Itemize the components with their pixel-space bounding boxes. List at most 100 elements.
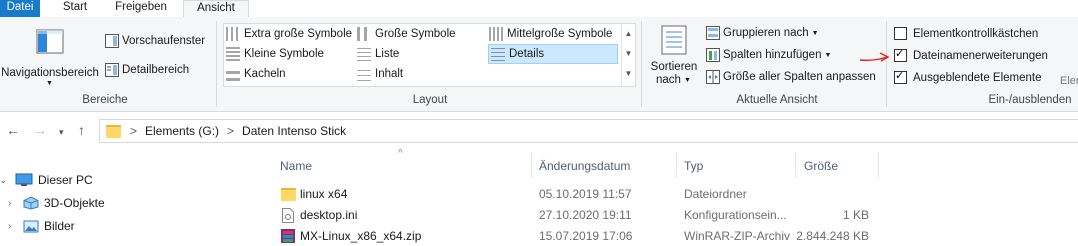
size-all-columns-button[interactable]: Größe aller Spalten anpassen <box>706 70 876 84</box>
list-icon <box>357 47 371 61</box>
file-extensions-checkbox[interactable] <box>894 47 907 62</box>
table-row[interactable]: linux x64 05.10.2019 11:57 Dateiordner <box>270 184 1078 204</box>
file-date: 15.07.2019 17:06 <box>539 229 633 243</box>
file-date: 05.10.2019 11:57 <box>539 187 632 201</box>
hidden-items-label: Ausgeblendete Elemente <box>913 71 1042 84</box>
group-label-aktuelle-ansicht: Aktuelle Ansicht <box>736 94 818 106</box>
layout-list[interactable]: Liste <box>357 45 399 63</box>
gallery-scrollbar[interactable]: ▲ ▼ ▼ <box>621 24 635 86</box>
file-size: 2.844.248 KB <box>796 229 869 243</box>
preview-pane-icon <box>105 34 119 48</box>
small-icons-icon <box>226 47 240 61</box>
preview-pane-label: Vorschaufenster <box>122 35 206 47</box>
hidden-items-toggle[interactable]: Ausgeblendete Elemente <box>894 69 1042 84</box>
chevron-right-icon[interactable]: › <box>8 198 18 209</box>
layout-item-label: Kacheln <box>244 68 286 80</box>
clipped-group-label: Elem <box>1060 75 1078 87</box>
tree-item-3d-objekte[interactable]: › 3D-Objekte <box>8 196 105 210</box>
file-size: 1 KB <box>842 208 869 222</box>
column-header-name[interactable]: Name <box>280 159 312 173</box>
item-checkboxes-toggle[interactable]: Elementkontrollkästchen <box>894 27 1038 40</box>
hidden-items-checkbox[interactable] <box>894 69 907 84</box>
details-pane-icon <box>105 63 119 77</box>
layout-large-icons[interactable]: Große Symbole <box>357 25 456 43</box>
address-bar[interactable]: > Elements (G:) > Daten Intenso Stick <box>99 119 1078 143</box>
group-by-icon <box>706 26 720 40</box>
scroll-down-icon[interactable]: ▼ <box>622 44 635 64</box>
item-checkboxes-checkbox[interactable] <box>894 27 907 40</box>
sort-by-label-1: Sortieren <box>650 61 698 73</box>
recent-locations-icon[interactable]: ▾ <box>59 127 64 138</box>
column-divider[interactable] <box>531 152 532 178</box>
sort-by-button[interactable]: Sortieren nach ▼ <box>648 25 700 91</box>
column-header-date[interactable]: Änderungsdatum <box>539 159 630 173</box>
breadcrumb-drive[interactable]: Elements (G:) <box>145 124 219 138</box>
add-columns-button[interactable]: Spalten hinzufügen ▼ <box>706 48 831 62</box>
layout-tiles[interactable]: Kacheln <box>226 65 286 83</box>
navigation-pane-label: Navigationsbereich <box>1 67 99 79</box>
sort-icon <box>661 25 687 55</box>
tab-freigeben[interactable]: Freigeben <box>108 0 174 17</box>
file-name: MX-Linux_x86_x64.zip <box>300 229 422 243</box>
layout-item-label: Inhalt <box>375 68 404 80</box>
sort-by-label-2: nach <box>656 74 681 86</box>
tab-datei[interactable]: Datei <box>0 0 40 17</box>
breadcrumb-separator: > <box>130 124 138 138</box>
ribbon: Navigationsbereich ▼ Vorschaufenster Det… <box>0 17 1078 112</box>
size-all-columns-label: Größe aller Spalten anpassen <box>723 71 876 83</box>
expand-gallery-icon[interactable]: ▼ <box>622 64 635 84</box>
layout-details[interactable]: Details <box>488 44 618 64</box>
file-name: desktop.ini <box>300 208 358 222</box>
layout-extra-large-icons[interactable]: Extra große Symbole <box>226 25 352 43</box>
layout-item-label: Details <box>509 48 545 60</box>
column-divider[interactable] <box>795 152 796 178</box>
chevron-down-icon: ▼ <box>46 80 53 87</box>
file-type: Dateiordner <box>684 187 747 201</box>
layout-item-label: Mittelgroße Symbole <box>507 28 613 40</box>
up-arrow-icon[interactable]: ↑ <box>78 122 85 138</box>
back-arrow-icon[interactable]: ← <box>6 122 20 138</box>
ribbon-tab-bar: Datei Start Freigeben Ansicht <box>0 0 1078 19</box>
large-icons-icon <box>357 27 371 41</box>
chevron-right-icon[interactable]: › <box>8 221 18 232</box>
details-pane-button[interactable]: Detailbereich <box>105 63 189 77</box>
group-label-bereiche: Bereiche <box>82 94 128 106</box>
folder-icon <box>281 188 296 201</box>
group-label-ein-ausblenden: Ein-/ausblenden <box>988 94 1072 106</box>
column-divider[interactable] <box>676 152 677 178</box>
tree-item-label: Bilder <box>44 219 75 233</box>
tree-item-label: Dieser PC <box>38 173 93 187</box>
column-header-size[interactable]: Größe <box>804 159 838 173</box>
layout-item-label: Kleine Symbole <box>244 48 324 60</box>
breadcrumb-folder[interactable]: Daten Intenso Stick <box>242 124 346 138</box>
chevron-down-icon: ▼ <box>684 77 691 84</box>
layout-content[interactable]: Inhalt <box>357 65 403 83</box>
layout-medium-icons[interactable]: Mittelgroße Symbole <box>489 25 612 43</box>
table-row[interactable]: MX-Linux_x86_x64.zip 15.07.2019 17:06 Wi… <box>270 226 1078 246</box>
add-columns-icon <box>706 48 720 62</box>
table-row[interactable]: desktop.ini 27.10.2020 19:11 Konfigurati… <box>270 205 1078 225</box>
size-columns-icon <box>706 70 720 84</box>
tab-start[interactable]: Start <box>55 0 95 17</box>
navigation-pane-button[interactable]: Navigationsbereich ▼ <box>0 23 100 89</box>
file-type: Konfigurationsein... <box>684 208 787 222</box>
tree-item-bilder[interactable]: › Bilder <box>8 219 75 233</box>
forward-arrow-icon[interactable]: → <box>33 122 47 138</box>
tree-item-dieser-pc[interactable]: ⌄ Dieser PC <box>0 173 93 187</box>
medium-icons-icon <box>489 27 503 41</box>
layout-small-icons[interactable]: Kleine Symbole <box>226 45 324 63</box>
details-icon <box>491 47 505 61</box>
file-extensions-toggle[interactable]: Dateinamenerweiterungen <box>894 47 1048 62</box>
item-checkboxes-label: Elementkontrollkästchen <box>913 27 1039 40</box>
preview-pane-button[interactable]: Vorschaufenster <box>105 34 205 48</box>
breadcrumb-separator: > <box>227 124 235 138</box>
details-pane-label: Detailbereich <box>122 64 190 76</box>
layout-item-label: Große Symbole <box>375 28 456 40</box>
column-header-type[interactable]: Typ <box>684 159 703 173</box>
tree-item-label: 3D-Objekte <box>44 196 105 210</box>
chevron-down-icon: ▼ <box>824 51 832 59</box>
group-by-button[interactable]: Gruppieren nach ▼ <box>706 26 819 40</box>
column-divider[interactable] <box>878 152 879 178</box>
scroll-up-icon[interactable]: ▲ <box>622 24 635 44</box>
chevron-down-icon[interactable]: ⌄ <box>0 176 10 185</box>
